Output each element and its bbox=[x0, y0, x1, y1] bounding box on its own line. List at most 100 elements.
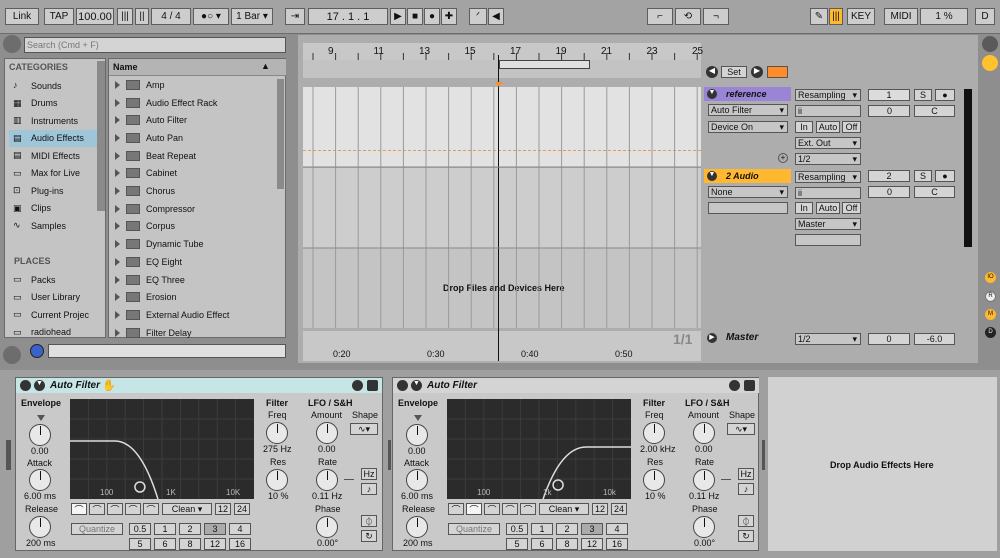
metronome-icon[interactable]: ●○ ▾ bbox=[193, 8, 229, 25]
lfo-amount-knob[interactable] bbox=[316, 422, 338, 444]
stop-icon[interactable]: ■ bbox=[407, 8, 423, 25]
list-item[interactable]: Compressor bbox=[109, 200, 275, 218]
release-knob[interactable] bbox=[29, 516, 51, 538]
overview-icon[interactable] bbox=[767, 66, 788, 78]
record-icon[interactable]: ● bbox=[424, 8, 440, 25]
back-to-arrangement-icon[interactable]: ◀ bbox=[488, 8, 504, 25]
quantize-step-button[interactable]: 4 bbox=[606, 523, 628, 535]
rate-sync-note-icon[interactable]: ♪ bbox=[738, 483, 754, 495]
category-instruments[interactable]: ▥ Instruments bbox=[9, 112, 97, 129]
slope-12-button[interactable]: 12 bbox=[592, 503, 608, 515]
return-toggle-icon[interactable]: R bbox=[985, 291, 996, 302]
list-item[interactable]: Audio Effect Rack bbox=[109, 94, 275, 112]
envelope-amount-knob[interactable] bbox=[29, 424, 51, 446]
spin-mode-icon[interactable]: ↻ bbox=[361, 530, 377, 542]
automation-arm-icon[interactable]: ᐟ bbox=[469, 8, 487, 25]
sig-numerator[interactable]: 4 bbox=[161, 11, 167, 22]
slope-24-button[interactable]: 24 bbox=[611, 503, 627, 515]
expand-icon[interactable] bbox=[115, 169, 120, 178]
category-audio-effects[interactable]: ▤ Audio Effects bbox=[9, 129, 97, 147]
track-title-2-audio[interactable]: ▼ 2 Audio bbox=[704, 169, 791, 183]
envelope-direction-icon[interactable] bbox=[37, 415, 45, 421]
volume-field-2[interactable]: 0 bbox=[868, 186, 910, 198]
filter-highpass-icon[interactable]: ⌒ bbox=[89, 503, 105, 515]
master-volume-field[interactable]: 0 bbox=[868, 333, 910, 345]
filter-notch-icon[interactable]: ⌒ bbox=[502, 503, 518, 515]
list-item[interactable]: EQ Eight bbox=[109, 253, 275, 271]
place-user-library[interactable]: ▭ User Library bbox=[9, 289, 97, 306]
filter-graph[interactable] bbox=[70, 399, 254, 499]
save-preset-icon[interactable] bbox=[744, 380, 755, 391]
expand-icon[interactable] bbox=[115, 187, 120, 196]
category-samples[interactable]: ∿ Samples bbox=[9, 217, 97, 234]
monitor-off-button-2[interactable]: Off bbox=[842, 202, 861, 214]
chain-handle-left[interactable] bbox=[6, 440, 11, 470]
preview-icon[interactable] bbox=[30, 344, 44, 358]
filter-graph[interactable] bbox=[447, 399, 631, 499]
parameter-chooser-2[interactable] bbox=[708, 202, 788, 214]
phase-mode-icon[interactable]: ⏀ bbox=[361, 515, 377, 527]
prev-locator-icon[interactable]: ◀ bbox=[706, 66, 718, 78]
category-plug-ins[interactable]: ⊡ Plug-ins bbox=[9, 182, 97, 199]
list-item[interactable]: Beat Repeat bbox=[109, 147, 275, 165]
res-knob[interactable] bbox=[643, 469, 665, 491]
release-knob[interactable] bbox=[406, 516, 428, 538]
io-toggle-icon[interactable]: IO bbox=[985, 272, 996, 283]
input-type-chooser-2[interactable]: Resampling ▾ bbox=[795, 171, 861, 183]
follow-icon[interactable]: ⇥ bbox=[285, 8, 305, 25]
categories-scrollbar[interactable] bbox=[97, 61, 105, 211]
link-button[interactable]: Link bbox=[5, 8, 39, 25]
chain-handle-right[interactable] bbox=[762, 440, 765, 470]
filter-morph-icon[interactable]: ⌒ bbox=[143, 503, 159, 515]
quantize-button[interactable]: Quantize bbox=[71, 523, 123, 535]
expand-icon[interactable] bbox=[115, 116, 120, 125]
sig-denominator[interactable]: 4 bbox=[175, 11, 181, 22]
arm-button[interactable]: ● bbox=[935, 89, 955, 101]
fold-icon[interactable]: ▼ bbox=[707, 89, 717, 99]
delay-toggle-icon[interactable]: D bbox=[985, 327, 996, 338]
expand-icon[interactable] bbox=[115, 98, 120, 107]
add-automation-icon[interactable]: + bbox=[778, 153, 788, 163]
draw-mode-icon[interactable]: ✎ bbox=[810, 8, 828, 25]
quantize-step-button[interactable]: 5 bbox=[506, 538, 528, 550]
monitor-auto-button-2[interactable]: Auto bbox=[816, 202, 840, 214]
mixer-toggle-icon[interactable]: M bbox=[985, 309, 996, 320]
lfo-phase-knob[interactable] bbox=[693, 516, 715, 538]
sort-ascending-icon[interactable]: ▲ bbox=[261, 61, 270, 71]
list-item[interactable]: Cabinet bbox=[109, 165, 275, 183]
quantize-step-button[interactable]: 1 bbox=[531, 523, 553, 535]
input-channel-chooser-2[interactable]: ii bbox=[795, 187, 861, 199]
filter-bandpass-icon[interactable]: ⌒ bbox=[484, 503, 500, 515]
arrangement-view-icon[interactable] bbox=[982, 55, 998, 71]
next-locator-icon[interactable]: ▶ bbox=[751, 66, 763, 78]
pan-field[interactable]: C bbox=[914, 105, 955, 117]
list-item[interactable]: EQ Three bbox=[109, 271, 275, 289]
expand-icon[interactable] bbox=[115, 293, 120, 302]
play-icon[interactable]: ▶ bbox=[390, 8, 406, 25]
quantize-step-button[interactable]: 8 bbox=[556, 538, 578, 550]
attack-knob[interactable] bbox=[29, 469, 51, 491]
midi-map-button[interactable]: MIDI bbox=[884, 8, 918, 25]
quantize-dropdown[interactable]: 1 Bar ▾ bbox=[231, 8, 273, 25]
attack-knob[interactable] bbox=[406, 469, 428, 491]
expand-icon[interactable] bbox=[115, 275, 120, 284]
master-output-chooser[interactable]: 1/2 ▾ bbox=[795, 333, 861, 345]
expand-icon[interactable] bbox=[115, 204, 120, 213]
lfo-amount-knob[interactable] bbox=[693, 422, 715, 444]
quantize-step-button[interactable]: 12 bbox=[581, 538, 603, 550]
rate-sync-note-icon[interactable]: ♪ bbox=[361, 483, 377, 495]
time-ruler[interactable] bbox=[303, 348, 701, 361]
monitor-in-button[interactable]: In bbox=[795, 121, 813, 133]
expand-icon[interactable] bbox=[115, 328, 120, 337]
master-cue-volume-field[interactable]: -6.0 bbox=[914, 333, 955, 345]
quantize-step-button[interactable]: 3 bbox=[581, 523, 603, 535]
envelope-direction-icon[interactable] bbox=[414, 415, 422, 421]
spin-mode-icon[interactable]: ↻ bbox=[738, 530, 754, 542]
lfo-rate-knob[interactable] bbox=[693, 469, 715, 491]
song-position[interactable]: 17 . 1 . 1 bbox=[308, 8, 388, 25]
freq-knob[interactable] bbox=[266, 422, 288, 444]
lfo-shape-dropdown[interactable]: ∿▾ bbox=[727, 423, 755, 435]
drop-effects-area[interactable]: Drop Audio Effects Here bbox=[768, 377, 997, 551]
device-on-icon[interactable] bbox=[397, 380, 408, 391]
res-knob[interactable] bbox=[266, 469, 288, 491]
